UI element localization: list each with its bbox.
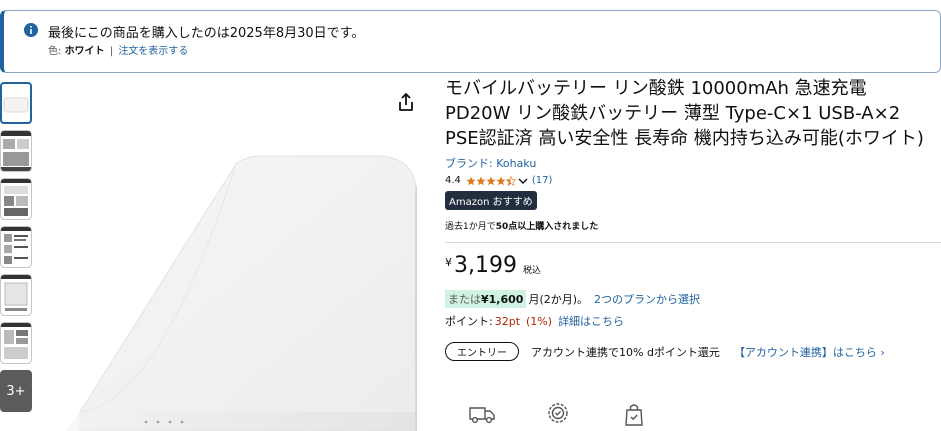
thumbnail-image bbox=[1, 131, 31, 171]
purchase-notice-message: 最後にこの商品を購入したのは2025年8月30日です。 bbox=[48, 26, 365, 41]
entry-promo-text: アカウント連携で10% dポイント還元 bbox=[531, 345, 720, 359]
delivery-truck-icon bbox=[469, 407, 495, 424]
chevron-down-icon[interactable] bbox=[518, 177, 528, 185]
points-label: ポイント: bbox=[445, 315, 493, 328]
review-count-link[interactable]: (17) bbox=[532, 175, 553, 186]
price-amount: 3,199 bbox=[454, 253, 517, 278]
bought-prefix: 過去1か月で bbox=[445, 222, 496, 232]
separator: | bbox=[109, 46, 114, 57]
view-order-link[interactable]: 注文を表示する bbox=[118, 46, 188, 57]
installment-amount: ¥1,600 bbox=[481, 293, 524, 306]
amazon-recommend-badge: Amazon おすすめ bbox=[445, 191, 537, 210]
star-icon bbox=[476, 176, 486, 185]
thumbnail-3[interactable] bbox=[0, 178, 32, 220]
image-thumbnails: 3+ bbox=[0, 82, 32, 418]
thumbnail-5[interactable] bbox=[0, 274, 32, 316]
installment-row: または¥1,600 月(2か月)。 2つのプランから選択 bbox=[445, 290, 941, 308]
rating-row: 4.4 (17) bbox=[445, 175, 941, 186]
star-icon bbox=[466, 176, 476, 185]
points-row: ポイント: 32pt (1%) 詳細はこちら bbox=[445, 313, 941, 329]
star-icon bbox=[486, 176, 496, 185]
product-title: モバイルバッテリー リン酸鉄 10000mAh 急速充電 PD20W リン酸鉄バ… bbox=[445, 78, 924, 149]
thumbnail-2[interactable] bbox=[0, 130, 32, 172]
color-value: ホワイト bbox=[64, 46, 105, 57]
product-info: モバイルバッテリー リン酸鉄 10000mAh 急速充電 PD20W リン酸鉄バ… bbox=[445, 76, 941, 361]
installment-plans-link[interactable]: 2つのプランから選択 bbox=[594, 291, 700, 307]
points-value: 32pt bbox=[494, 314, 521, 328]
thumbnail-image bbox=[1, 275, 31, 311]
points-percent: (1%) bbox=[526, 314, 553, 328]
installment-prefix: または bbox=[448, 293, 481, 306]
thumbnail-6[interactable] bbox=[0, 322, 32, 364]
thumbnail-image bbox=[1, 227, 31, 264]
thumbnail-1[interactable] bbox=[0, 82, 32, 124]
quality-badge-icon bbox=[548, 403, 568, 423]
points-details-link[interactable]: 詳細はこちら bbox=[558, 313, 624, 329]
color-label: 色: bbox=[48, 46, 62, 57]
divider bbox=[445, 242, 941, 243]
star-icon bbox=[496, 176, 506, 185]
feature-icons bbox=[468, 402, 696, 426]
bought-in-past-month: 過去1か月で50点以上購入されました bbox=[445, 219, 941, 232]
bought-count: 50点以上購入されました bbox=[495, 222, 599, 232]
info-icon bbox=[24, 23, 38, 37]
more-thumbnails-button[interactable]: 3+ bbox=[0, 370, 32, 412]
thumbnail-4[interactable] bbox=[0, 226, 32, 268]
account-link[interactable]: 【アカウント連携】はこちら › bbox=[734, 344, 885, 360]
entry-button[interactable]: エントリー bbox=[445, 342, 519, 361]
entry-row: エントリー アカウント連携で10% dポイント還元 【アカウント連携】はこちら … bbox=[445, 342, 941, 361]
thumbnail-image bbox=[1, 179, 31, 216]
installment-term: 月(2か月)。 bbox=[528, 293, 589, 306]
price-row: ¥ 3,199 税込 bbox=[445, 253, 941, 281]
half-star-icon bbox=[505, 175, 516, 186]
thumbnail-image bbox=[3, 97, 29, 113]
purchase-notice-banner: 最後にこの商品を購入したのは2025年8月30日です。 色: ホワイト | 注文… bbox=[0, 10, 941, 73]
rating-value: 4.4 bbox=[445, 175, 461, 186]
tax-label: 税込 bbox=[522, 266, 541, 276]
rating-stars[interactable] bbox=[466, 175, 516, 186]
currency-symbol: ¥ bbox=[445, 256, 452, 269]
main-product-image[interactable] bbox=[40, 82, 430, 431]
secure-bag-icon bbox=[625, 404, 643, 426]
purchase-notice-details: 色: ホワイト | 注文を表示する bbox=[48, 42, 188, 57]
installment-highlight: または¥1,600 bbox=[445, 290, 527, 308]
share-icon[interactable] bbox=[397, 92, 415, 112]
thumbnail-image bbox=[1, 323, 31, 359]
brand-link[interactable]: ブランド: Kohaku bbox=[445, 157, 536, 170]
